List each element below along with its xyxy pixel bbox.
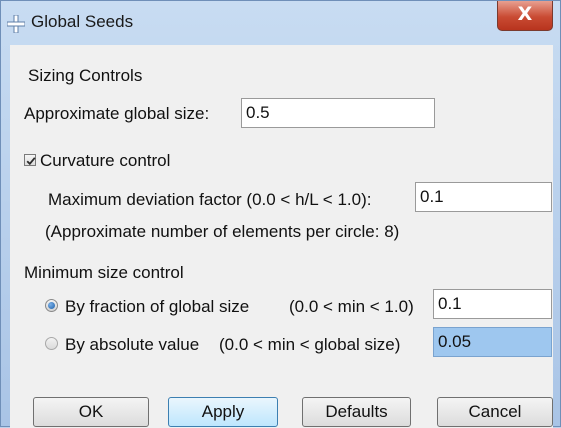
elements-per-circle-note: (Approximate number of elements per circ… xyxy=(45,222,400,241)
defaults-button[interactable]: Defaults xyxy=(302,397,411,427)
curvature-control-checkbox[interactable] xyxy=(24,154,36,166)
absolute-field[interactable] xyxy=(433,327,552,357)
max-deviation-field[interactable] xyxy=(415,182,552,212)
dialog-body: Sizing Controls Approximate global size:… xyxy=(10,45,553,428)
cross-icon xyxy=(6,14,26,34)
minimum-size-heading: Minimum size control xyxy=(24,263,184,282)
sizing-controls-heading: Sizing Controls xyxy=(28,66,143,85)
by-absolute-range: (0.0 < min < global size) xyxy=(219,335,401,354)
by-fraction-label: By fraction of global size xyxy=(65,297,250,316)
by-absolute-label: By absolute value xyxy=(65,335,200,354)
apply-button[interactable]: Apply xyxy=(168,397,278,427)
curvature-control-label: Curvature control xyxy=(40,151,171,170)
checkmark-icon xyxy=(26,157,36,166)
by-fraction-range: (0.0 < min < 1.0) xyxy=(289,297,414,316)
by-fraction-radio[interactable] xyxy=(45,299,58,312)
fraction-field[interactable] xyxy=(433,289,552,319)
by-absolute-radio[interactable] xyxy=(45,337,58,350)
cancel-button[interactable]: Cancel xyxy=(437,397,553,427)
title-bar[interactable]: Global Seeds X xyxy=(1,1,561,45)
window-title: Global Seeds xyxy=(31,12,134,31)
global-size-label: Approximate global size: xyxy=(24,104,210,123)
close-icon: X xyxy=(517,3,533,25)
global-size-field[interactable] xyxy=(241,98,435,128)
max-deviation-label: Maximum deviation factor (0.0 < h/L < 1.… xyxy=(48,190,372,209)
close-button[interactable]: X xyxy=(497,1,553,31)
global-seeds-dialog: Global Seeds X Sizing Controls Approxima… xyxy=(0,0,561,428)
ok-button[interactable]: OK xyxy=(33,397,149,427)
